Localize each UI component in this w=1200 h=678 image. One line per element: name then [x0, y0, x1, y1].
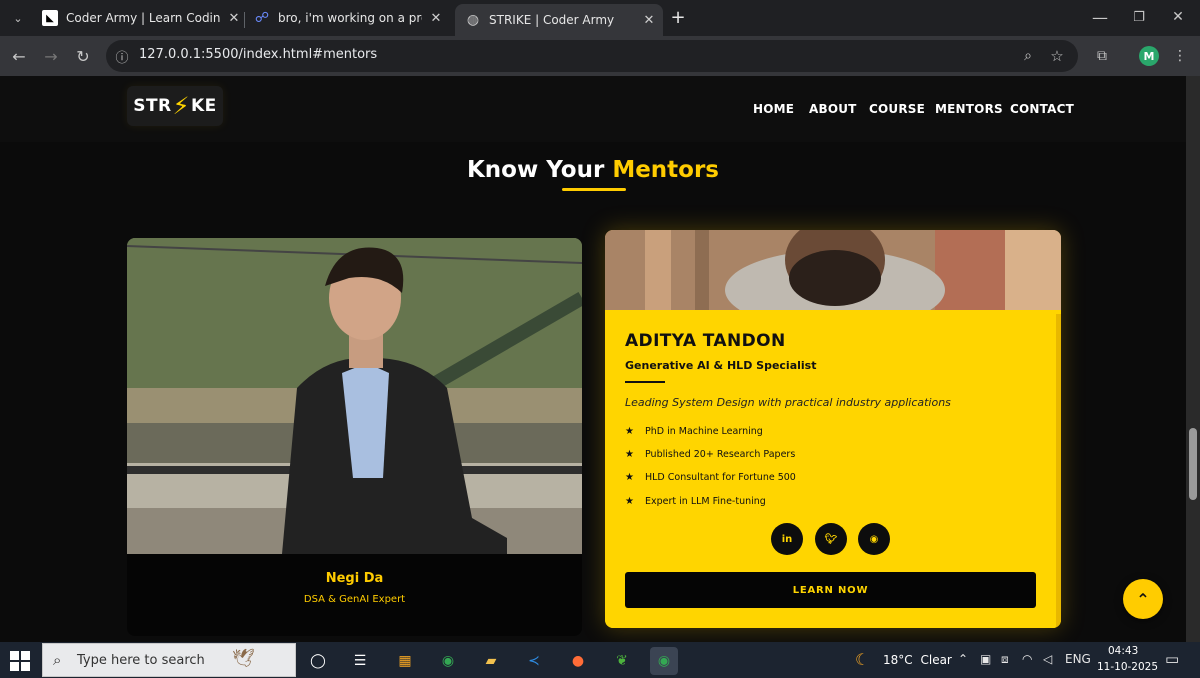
lightning-bolt-icon: ⚡ [172, 92, 190, 120]
twitter-icon[interactable]: 🐦︎ [815, 523, 847, 555]
search-highlight-bird-icon: 🕊︎ [232, 648, 255, 669]
star-icon: ★ [625, 426, 634, 437]
browser-tab-strip: ⌄ ◣ Coder Army | Learn Coding in In ✕ ☍ … [0, 0, 1200, 36]
mentor-name: ADITYA TANDON [625, 331, 786, 351]
chrome-icon[interactable]: ◉ [434, 647, 462, 675]
restore-icon[interactable]: ❐ [1127, 5, 1151, 29]
notifications-icon[interactable]: ▭ [1165, 650, 1179, 668]
bookmark-star-icon[interactable]: ☆ [1045, 44, 1069, 68]
mentor-details-content: ADITYA TANDON Generative AI & HLD Specia… [605, 230, 1061, 628]
section-title: Know Your Mentors [0, 157, 1186, 183]
profile-avatar[interactable]: M [1139, 46, 1159, 66]
close-tab-icon[interactable]: ✕ [226, 11, 242, 26]
nav-mentors[interactable]: MENTORS [935, 102, 1003, 116]
browser-menu-icon[interactable]: ⋮ [1168, 44, 1192, 68]
chevron-up-icon: ⌃ [1136, 589, 1150, 609]
volume-muted-icon[interactable]: ◁ [1043, 652, 1052, 666]
feature-item: ★ PhD in Machine Learning [625, 426, 763, 437]
language-indicator[interactable]: ENG [1065, 652, 1091, 666]
star-icon: ★ [625, 449, 634, 460]
file-explorer-icon[interactable]: ▰ [477, 647, 505, 675]
nav-contact[interactable]: CONTACT [1010, 102, 1074, 116]
zoom-search-icon[interactable]: ⌕ [1016, 44, 1040, 68]
feature-text: Published 20+ Research Papers [645, 449, 796, 460]
mentor-name: Negi Da [325, 571, 384, 586]
chrome-active-icon[interactable]: ◉ [650, 647, 678, 675]
mongodb-compass-icon[interactable]: ❦ [608, 647, 636, 675]
microsoft-store-icon[interactable]: ▦ [391, 647, 419, 675]
url-text[interactable]: 127.0.0.1:5500/index.html#mentors [139, 47, 377, 62]
widgets-icon[interactable]: ☰ [346, 647, 374, 675]
site-info-icon[interactable]: ⓘ [110, 44, 134, 68]
nav-home[interactable]: HOME [753, 102, 794, 116]
browser-tab-3-active[interactable]: ◍ STRIKE | Coder Army ✕ [455, 4, 663, 36]
wifi-icon[interactable]: ◠ [1022, 652, 1032, 666]
weather-condition: Clear [920, 653, 952, 667]
windows-start-icon[interactable] [10, 651, 30, 671]
logo-text-left: STR [133, 96, 172, 116]
reload-icon[interactable]: ↻ [71, 44, 95, 68]
scrollbar-thumb[interactable] [1189, 428, 1197, 500]
section-title-plain: Know Your [466, 157, 605, 183]
search-icon: ⌕ [53, 651, 62, 669]
tab-search-chevron-icon[interactable]: ⌄ [6, 6, 30, 30]
extensions-puzzle-icon[interactable]: ⧉ [1090, 44, 1114, 68]
mentor-photo-illustration [127, 238, 582, 554]
close-window-icon[interactable]: ✕ [1166, 5, 1190, 29]
mentor-card-negi[interactable]: Negi Da DSA & GenAI Expert [127, 238, 582, 636]
weather-temp: 18°C [883, 653, 913, 667]
weather-widget[interactable]: 18°C Clear [883, 653, 952, 667]
globe-icon: ◍ [466, 12, 480, 28]
feature-item: ★ HLD Consultant for Fortune 500 [625, 472, 796, 483]
mentor-role: DSA & GenAI Expert [303, 594, 406, 605]
clock-time[interactable]: 04:43 [1108, 645, 1138, 657]
feature-text: PhD in Machine Learning [645, 426, 763, 437]
tray-network-adapter-icon[interactable]: ⧈ [1001, 652, 1009, 667]
page-scrollbar[interactable] [1186, 76, 1200, 642]
tray-chevron-up-icon[interactable]: ⌃ [958, 652, 968, 666]
nav-about[interactable]: ABOUT [809, 102, 857, 116]
browser-tab-2[interactable]: ☍ bro, i'm working on a project fo ✕ [246, 4, 444, 32]
task-view-icon[interactable]: ◯ [304, 647, 332, 675]
star-icon: ★ [625, 496, 634, 507]
nav-course[interactable]: COURSE [869, 102, 925, 116]
back-arrow-icon[interactable]: ← [7, 44, 31, 68]
scroll-to-top-button[interactable]: ⌃ [1123, 579, 1163, 619]
mentor-tagline: Leading System Design with practical ind… [625, 396, 951, 409]
postman-icon[interactable]: ● [564, 647, 592, 675]
vscode-icon[interactable]: ≺ [520, 647, 548, 675]
strike-logo[interactable]: STR ⚡ KE [127, 86, 223, 126]
logo-text-right: KE [191, 96, 217, 116]
taskbar-search-placeholder[interactable]: Type here to search [77, 653, 205, 668]
forward-arrow-icon[interactable]: → [39, 44, 63, 68]
title-underline [562, 188, 626, 191]
close-tab-icon[interactable]: ✕ [641, 13, 657, 28]
ai-chat-icon: ☍ [254, 10, 270, 26]
close-tab-icon[interactable]: ✕ [428, 11, 444, 26]
mentor-role: Generative AI & HLD Specialist [625, 359, 817, 372]
learn-now-button[interactable]: LEARN NOW [625, 572, 1036, 608]
star-icon: ★ [625, 472, 634, 483]
feature-item: ★ Expert in LLM Fine-tuning [625, 496, 766, 507]
feature-text: Expert in LLM Fine-tuning [645, 496, 766, 507]
section-title-highlight: Mentors [612, 157, 720, 183]
tab-title: STRIKE | Coder Army [489, 13, 615, 27]
minimize-icon[interactable]: — [1088, 5, 1112, 29]
new-tab-icon[interactable]: + [666, 5, 690, 29]
linkedin-icon[interactable]: in [771, 523, 803, 555]
browser-tab-1[interactable]: ◣ Coder Army | Learn Coding in In ✕ [34, 4, 242, 32]
feature-item: ★ Published 20+ Research Papers [625, 449, 795, 460]
tab-title: bro, i'm working on a project fo [278, 11, 422, 25]
role-divider [625, 381, 665, 383]
feature-text: HLD Consultant for Fortune 500 [645, 472, 796, 483]
github-icon[interactable]: ◉ [858, 523, 890, 555]
tab-title: Coder Army | Learn Coding in In [66, 11, 220, 25]
tab-divider [244, 12, 245, 28]
coder-army-icon: ◣ [42, 10, 58, 26]
tray-app-icon[interactable]: ▣ [980, 652, 991, 666]
weather-moon-icon: ☾ [855, 650, 870, 669]
mentor-photo [127, 238, 582, 554]
clock-date[interactable]: 11-10-2025 [1097, 661, 1158, 673]
